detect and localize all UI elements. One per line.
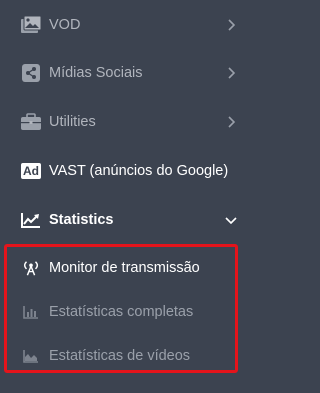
submenu-item-full-statistics[interactable]: Estatísticas completas — [0, 292, 243, 332]
area-chart-icon — [22, 347, 40, 365]
submenu-item-label: Monitor de transmissão — [49, 260, 200, 276]
chevron-right-icon — [225, 67, 237, 79]
chevron-right-icon — [225, 19, 237, 31]
bar-chart-icon — [22, 303, 40, 321]
submenu-item-label: Estatísticas de vídeos — [49, 348, 191, 364]
menu-item-utilities[interactable]: Utilities — [0, 102, 243, 142]
submenu-item-broadcast-monitor[interactable]: Monitor de transmissão — [0, 248, 243, 288]
ad-badge: Ad — [21, 163, 41, 179]
menu-item-vod[interactable]: VOD — [0, 5, 243, 45]
menu-item-label: Mídias Sociais — [49, 65, 143, 81]
menu-item-label: VOD — [49, 17, 81, 33]
chevron-down-icon — [225, 214, 237, 226]
briefcase-icon — [20, 111, 42, 133]
menu-item-label: Utilities — [49, 114, 96, 130]
menu-item-label: Statistics — [49, 212, 114, 228]
broadcast-icon — [22, 259, 40, 277]
submenu-item-video-statistics[interactable]: Estatísticas de vídeos — [0, 336, 243, 376]
menu-item-vast[interactable]: Ad VAST (anúncios do Google) — [0, 151, 243, 191]
line-chart-icon — [20, 209, 42, 231]
ad-badge-icon: Ad — [20, 160, 42, 182]
menu-item-label: VAST (anúncios do Google) — [49, 163, 229, 179]
chevron-right-icon — [225, 116, 237, 128]
menu-item-statistics[interactable]: Statistics — [0, 200, 243, 240]
menu-item-social-media[interactable]: Mídias Sociais — [0, 53, 243, 93]
submenu-item-label: Estatísticas completas — [49, 304, 194, 320]
video-image-icon — [20, 14, 42, 36]
share-icon — [20, 62, 42, 84]
